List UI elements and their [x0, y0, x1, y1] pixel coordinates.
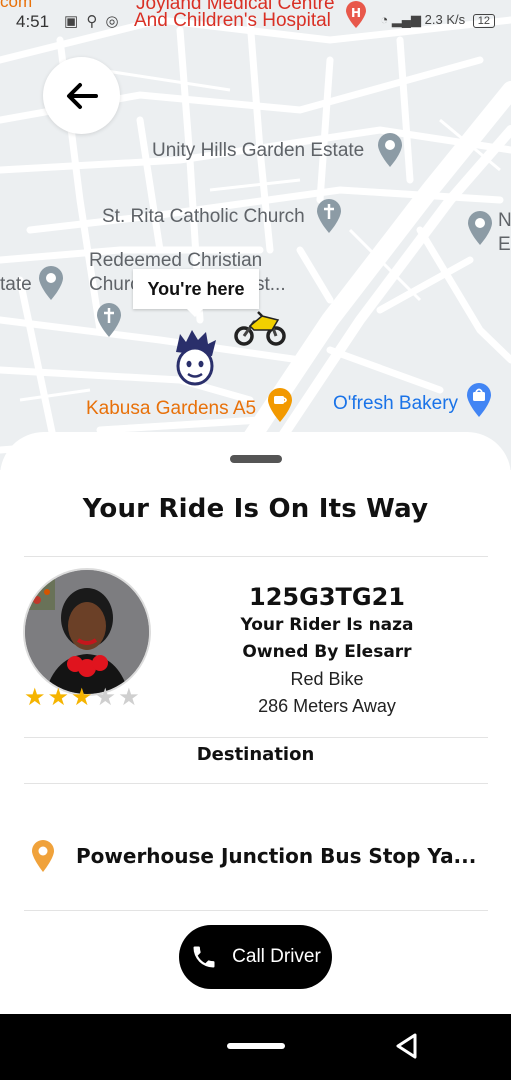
location-pin-icon[interactable]	[37, 265, 65, 306]
map-label-unity-hills[interactable]: Unity Hills Garden Estate	[152, 140, 364, 162]
map-label-fragment: com	[0, 0, 33, 11]
rider-avatar	[23, 568, 151, 696]
star-empty-icon: ★	[94, 684, 119, 711]
location-pin-icon[interactable]	[466, 210, 494, 251]
motorcycle-icon	[232, 310, 288, 351]
map-label-hospital[interactable]: And Children's Hospital	[134, 10, 331, 32]
map-label-e: E	[498, 234, 511, 255]
status-time: 4:51	[16, 12, 50, 31]
phone-icon	[193, 946, 215, 968]
ride-details-sheet: Your Ride Is On Its Way ★★★★★ 125G3TG21 …	[0, 432, 511, 1014]
rider-rating: ★★★★★	[24, 683, 142, 712]
star-icon: ★	[47, 684, 72, 711]
map-view[interactable]: 4:51 ▣ ⚲ ◎ ◔ ▂▄▆ 2.3 K/s 12 com Joyland …	[0, 0, 511, 470]
wifi-icon: ◔	[380, 12, 389, 27]
church-pin-icon[interactable]	[95, 302, 123, 343]
map-label-estate: tate	[0, 274, 32, 295]
nav-back-icon[interactable]	[394, 1032, 420, 1060]
signal-icon: ▂▄▆	[391, 12, 422, 27]
map-label-st-rita[interactable]: St. Rita Catholic Church	[102, 206, 305, 228]
location-pin-icon	[32, 840, 54, 872]
map-label-kabusa[interactable]: Kabusa Gardens A5	[86, 398, 256, 420]
hospital-pin-icon[interactable]: H	[342, 1, 370, 34]
star-icon: ★	[71, 684, 95, 711]
map-label-ofresh[interactable]: O'fresh Bakery	[333, 393, 458, 415]
network-speed: 2.3 K/s	[424, 12, 466, 27]
rider-info: 125G3TG21 Your Rider Is naza Owned By El…	[210, 582, 444, 720]
divider	[24, 783, 488, 784]
battery-icon: 12	[472, 14, 495, 28]
back-button[interactable]	[43, 57, 120, 134]
divider	[24, 737, 488, 738]
home-gesture-bar[interactable]	[227, 1043, 285, 1049]
owner-name: Owned By Elesarr	[242, 642, 412, 662]
you-are-here-tooltip: You're here	[133, 269, 259, 317]
status-system-icons: ◔ ▂▄▆ 2.3 K/s 12	[380, 12, 495, 28]
map-label-n: N	[498, 210, 511, 231]
call-driver-button[interactable]: Call Driver	[179, 925, 332, 989]
status-notification-icons: ▣ ⚲ ◎	[64, 13, 121, 30]
destination-row[interactable]: Powerhouse Junction Bus Stop Ya...	[30, 838, 490, 874]
rider-distance: 286 Meters Away	[258, 696, 396, 716]
arrow-left-icon	[66, 82, 98, 109]
user-avatar-marker-icon[interactable]	[172, 328, 218, 393]
bike-description: Red Bike	[290, 669, 364, 689]
call-driver-label: Call Driver	[232, 946, 321, 967]
church-pin-icon[interactable]	[315, 198, 343, 239]
rider-name: Your Rider Is naza	[240, 615, 414, 635]
star-empty-icon: ★	[118, 684, 142, 711]
svg-text:H: H	[351, 6, 361, 20]
map-label-redeemed-tail: st...	[255, 274, 286, 295]
location-pin-icon[interactable]	[376, 132, 404, 173]
star-icon: ★	[24, 684, 48, 711]
cafe-pin-icon[interactable]	[266, 387, 294, 428]
plate-number: 125G3TG21	[249, 583, 405, 611]
destination-address: Powerhouse Junction Bus Stop Ya...	[76, 844, 477, 868]
system-nav-bar	[0, 1014, 511, 1080]
divider	[24, 910, 488, 911]
shopping-pin-icon[interactable]	[465, 382, 493, 423]
sheet-title: Your Ride Is On Its Way	[82, 494, 429, 524]
drag-handle[interactable]	[230, 455, 282, 463]
destination-label: Destination	[196, 744, 315, 765]
divider	[24, 556, 488, 557]
